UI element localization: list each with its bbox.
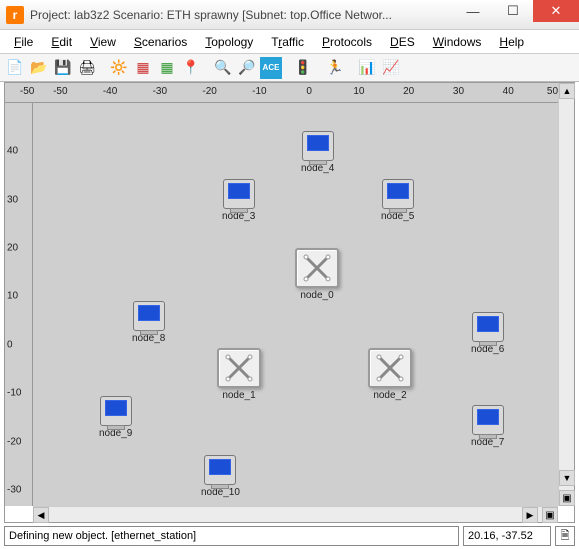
workstation-icon [302,131,334,161]
menu-windows[interactable]: Windows [425,33,490,51]
node-5[interactable]: node_5 [381,179,414,222]
ruler-y-tick: 40 [7,146,18,157]
scroll-down-button[interactable]: ▼ [559,470,575,486]
workstation-icon [472,405,504,435]
status-message: Defining new object. [ethernet_station] [4,526,459,546]
tool-green-button[interactable]: ▦ [156,57,178,79]
ruler-x-tick: -30 [153,86,167,97]
node-4[interactable]: node_4 [301,131,334,174]
workstation-icon [133,301,165,331]
scroll-up-button[interactable]: ▲ [559,83,575,99]
scroll-left-button[interactable]: ◀ [33,507,49,523]
window-title: Project: lab3z2 Scenario: ETH sprawny [S… [30,8,453,22]
menu-file-label: ile [21,35,33,49]
ruler-y-tick: -20 [7,436,21,447]
tool-red-button[interactable]: ▦ [132,57,154,79]
marker-button[interactable]: 📍 [180,57,202,79]
ruler-x-tick: 20 [403,86,414,97]
menu-protocols[interactable]: Protocols [314,33,380,51]
workstation-icon [472,312,504,342]
node-label: node_0 [295,290,339,301]
new-doc-button[interactable]: 📄 [4,57,26,79]
ruler-x-tick: -50 [20,86,34,97]
zoom-in-button[interactable]: 🔍 [212,57,234,79]
app-icon: r [6,6,24,24]
toolbar: 📄 📂 💾 🖨 🔆 ▦ ▦ 📍 🔍 🔎 ACE 🚦 🏃 📊 📈 [0,54,579,82]
menu-topology[interactable]: Topology [197,33,261,51]
workspace: -50 -50 -40 -30 -20 -10 0 10 20 30 40 50… [4,82,575,523]
workstation-icon [204,455,236,485]
corner-button[interactable]: ▣ [542,507,558,523]
ruler-x-tick: -50 [53,86,67,97]
node-7[interactable]: node_7 [471,405,504,448]
results-button[interactable]: 📊 [356,57,378,79]
menu-file[interactable]: File [6,33,41,51]
node-2-switch[interactable]: node_2 [368,348,412,401]
ruler-y-tick: -30 [7,484,21,495]
open-button[interactable]: 📂 [28,57,50,79]
ruler-x-tick: 50 [547,86,558,97]
scrollbar-horizontal[interactable]: ◀ ▶ ▣ [33,506,558,522]
menu-bar: File Edit View Scenarios Topology Traffi… [0,30,579,54]
ruler-x-tick: -40 [103,86,117,97]
save-button[interactable]: 💾 [52,57,74,79]
node-3[interactable]: node_3 [222,179,255,222]
graph-button[interactable]: 📈 [380,57,402,79]
status-coordinates: 20.16, -37.52 [463,526,551,546]
ruler-x-tick: 40 [503,86,514,97]
ruler-vertical: 40 30 20 10 0 -10 -20 -30 [5,103,33,506]
switch-icon [295,248,339,288]
menu-help[interactable]: Help [491,33,532,51]
scrollbar-vertical[interactable]: ▲ ▼ ▣ [558,83,574,506]
ruler-x-tick: 30 [453,86,464,97]
maximize-button[interactable]: ☐ [493,0,533,22]
menu-scenarios[interactable]: Scenarios [126,33,195,51]
ruler-y-tick: 20 [7,243,18,254]
node-0-switch[interactable]: node_0 [295,248,339,301]
workstation-icon [223,179,255,209]
palette-button[interactable]: 🔆 [108,57,130,79]
menu-des[interactable]: DES [382,33,423,51]
ruler-y-tick: -10 [7,388,21,399]
ruler-horizontal: -50 -50 -40 -30 -20 -10 0 10 20 30 40 50 [5,83,558,103]
node-1-switch[interactable]: node_1 [217,348,261,401]
menu-view[interactable]: View [82,33,124,51]
ruler-x-tick: 0 [306,86,312,97]
menu-traffic[interactable]: Traffic [263,33,312,51]
ruler-y-tick: 0 [7,339,13,350]
status-lock-icon: 🗎 [555,526,575,546]
minimize-button[interactable]: — [453,0,493,22]
ace-button[interactable]: ACE [260,57,282,79]
node-label: node_2 [368,390,412,401]
node-9[interactable]: node_9 [99,396,132,439]
node-6[interactable]: node_6 [471,312,504,355]
status-bar: Defining new object. [ethernet_station] … [4,526,575,546]
switch-icon [368,348,412,388]
overview-button[interactable]: ▣ [559,490,575,506]
workstation-icon [382,179,414,209]
run-button[interactable]: 🏃 [324,57,346,79]
workstation-icon [100,396,132,426]
ruler-x-tick: 10 [353,86,364,97]
topology-canvas[interactable]: node_4 node_3 node_5 node_0 node_8 node_… [33,103,558,506]
node-8[interactable]: node_8 [132,301,165,344]
ruler-y-tick: 30 [7,194,18,205]
ruler-x-tick: -10 [252,86,266,97]
ruler-y-tick: 10 [7,291,18,302]
ruler-x-tick: -20 [202,86,216,97]
switch-icon [217,348,261,388]
traffic-light-icon[interactable]: 🚦 [292,57,314,79]
zoom-out-button[interactable]: 🔎 [236,57,258,79]
scroll-right-button[interactable]: ▶ [522,507,538,523]
node-label: node_1 [217,390,261,401]
node-10[interactable]: node_10 [201,455,240,498]
close-button[interactable]: ✕ [533,0,579,22]
title-bar: r Project: lab3z2 Scenario: ETH sprawny … [0,0,579,30]
menu-edit[interactable]: Edit [43,33,80,51]
print-button[interactable]: 🖨 [76,57,98,79]
